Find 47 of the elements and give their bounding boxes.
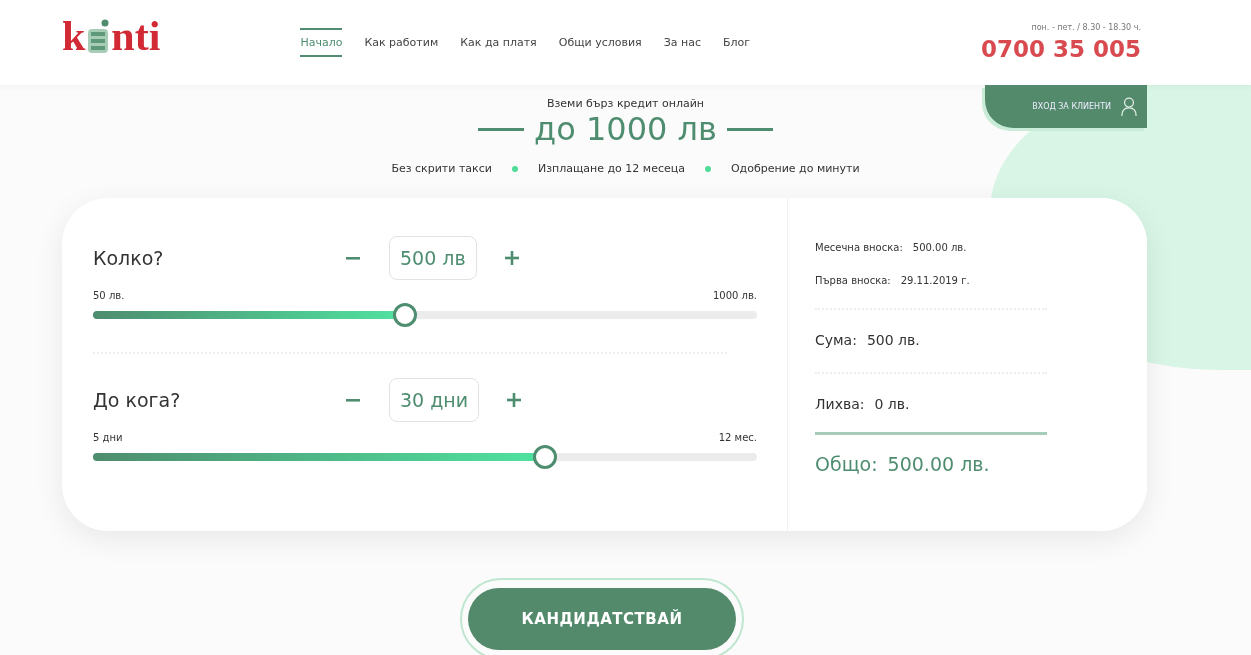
nav-link[interactable]: Как да платя (460, 28, 537, 57)
min-label: 5 дни (93, 432, 123, 443)
summary-label: Лихва: (815, 396, 865, 412)
summary-label: Сума: (815, 332, 857, 348)
summary-value: 0 лв. (874, 396, 910, 412)
nav-link[interactable]: Общи условия (558, 28, 642, 57)
bullet-dot (704, 165, 711, 172)
question-label: До кога? (93, 389, 182, 411)
slider[interactable] (93, 446, 757, 468)
total-value: 500.00 лв. (887, 453, 990, 475)
minus-icon (345, 397, 361, 403)
nav-link[interactable]: Начало (300, 28, 343, 57)
logo[interactable]: k nti (62, 14, 161, 57)
user-icon (1121, 96, 1137, 117)
login-button[interactable]: ВХОД ЗА КЛИЕНТИ (985, 85, 1147, 128)
slider-thumb[interactable] (532, 445, 557, 469)
feature-text: Изплащане до 12 месеца (537, 162, 685, 175)
max-label: 1000 лв. (712, 290, 757, 301)
max-label: 12 мес. (718, 432, 757, 443)
bullet-dot (511, 165, 518, 172)
feature-text: Без скрити такси (391, 162, 492, 175)
slider[interactable] (93, 304, 757, 326)
detail-value: 29.11.2019 г. (900, 275, 970, 286)
detail-label: Месечна вноска: (815, 242, 903, 253)
apply-button[interactable]: КАНДИДАТСТВАЙ (468, 588, 736, 650)
slider-thumb[interactable] (393, 303, 418, 327)
plus-icon (507, 393, 522, 407)
plus-icon (504, 251, 519, 265)
question-label: Колко? (93, 247, 165, 269)
hero-subtitle: Вземи бърз кредит онлайн (546, 97, 705, 110)
value-field[interactable]: 30 дни (389, 378, 480, 422)
summary-value: 500 лв. (866, 332, 920, 348)
total-label: Общо: (815, 453, 878, 475)
nav-link[interactable]: За нас (663, 28, 701, 57)
working-hours: пон. - пет. / 8.30 - 18.30 ч. (1030, 23, 1141, 32)
minus-icon (345, 255, 361, 261)
decorative-line (726, 127, 773, 131)
nav-link[interactable]: Блог (723, 28, 751, 57)
decorative-line (478, 127, 525, 131)
value-field[interactable]: 500 лв (389, 236, 477, 280)
min-label: 50 лв. (93, 290, 125, 301)
detail-value: 500.00 лв. (912, 242, 967, 253)
feature-text: Одобрение до минути (730, 162, 860, 175)
detail-label: Първа вноска: (815, 275, 891, 286)
nav-link[interactable]: Как работим (364, 28, 439, 57)
hero-title: до 1000 лв (534, 110, 717, 148)
phone-number[interactable]: 0700 35 005 (980, 36, 1141, 62)
